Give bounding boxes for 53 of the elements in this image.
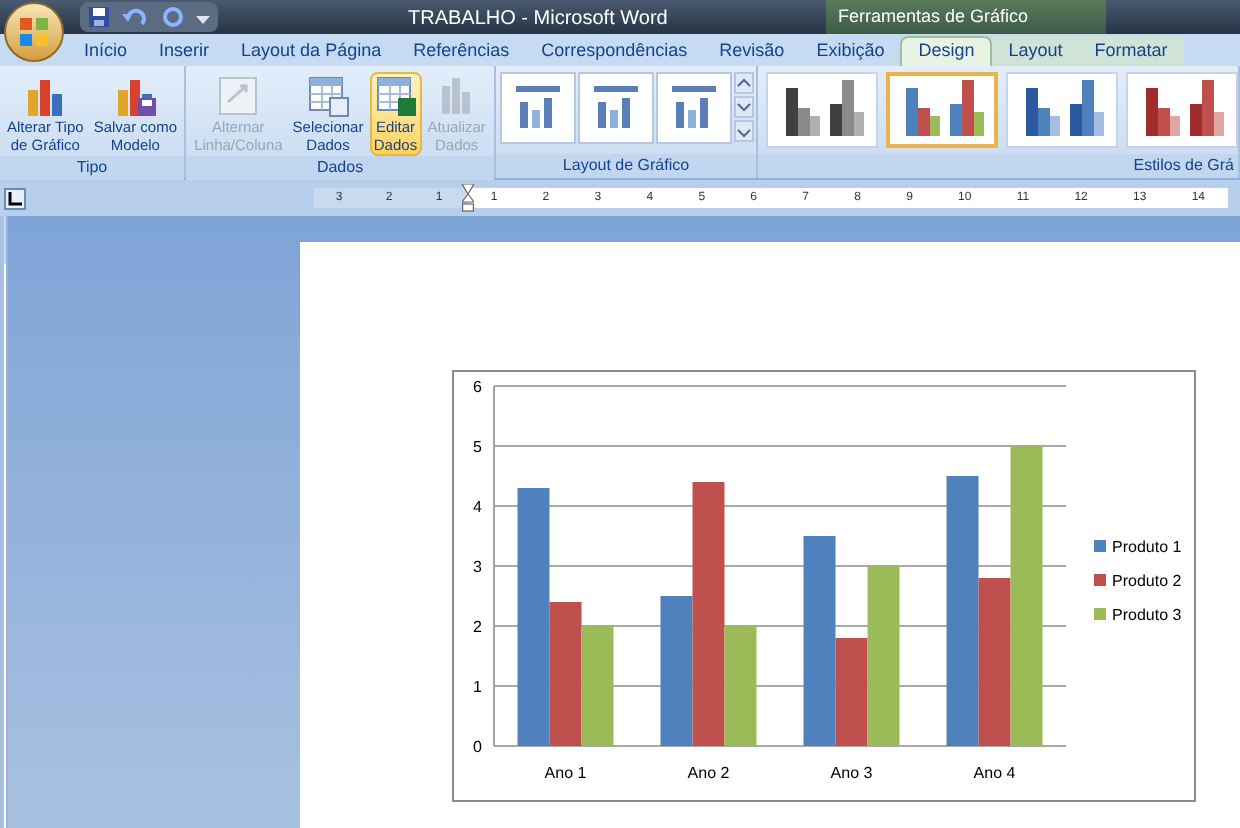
axis-category-label: Ano 2 <box>687 764 730 782</box>
indent-marker[interactable] <box>462 184 474 212</box>
window-title: TRABALHO - Microsoft Word <box>408 6 668 34</box>
bar-chart-disk-icon <box>113 74 158 118</box>
ribbon-tab[interactable]: Exibição <box>800 36 901 66</box>
layout-option[interactable] <box>577 72 653 144</box>
legend-label: Produto 3 <box>1112 606 1182 624</box>
ribbon-tab[interactable]: Formatar <box>1078 36 1184 66</box>
ribbon-tab[interactable]: Design <box>900 36 993 66</box>
ribbon-tab[interactable]: Correspondências <box>525 36 704 66</box>
customize-caret-icon[interactable] <box>196 11 210 23</box>
axis-tick-label: 3 <box>473 558 482 576</box>
ribbon-tab[interactable]: Referências <box>397 36 526 66</box>
layout-option[interactable] <box>499 72 575 144</box>
chart-style-option[interactable] <box>886 72 998 148</box>
legend-label: Produto 1 <box>1112 538 1182 556</box>
ribbon-tab[interactable]: Layout <box>992 36 1079 66</box>
left-tab-icon <box>8 191 22 205</box>
gallery-scroll-button[interactable] <box>733 96 753 118</box>
ribbon-tab[interactable]: Revisão <box>703 36 801 66</box>
gallery-scroll-button[interactable] <box>733 72 753 94</box>
axis-tick-label: 2 <box>473 618 482 636</box>
group-label: Layout de Gráfico <box>562 154 690 178</box>
gallery-scroll-button[interactable] <box>733 120 753 142</box>
axis-category-label: Ano 1 <box>544 764 587 782</box>
table-select-icon <box>306 74 350 118</box>
group-label: Tipo <box>76 156 108 180</box>
axis-category-label: Ano 4 <box>973 764 1016 782</box>
table-spreadsheet-icon <box>373 74 418 118</box>
bar-chart-icon <box>23 74 68 118</box>
axis-tick-label: 6 <box>473 378 482 396</box>
axis-tick-label: 4 <box>473 498 482 516</box>
group-label: Dados <box>316 156 364 180</box>
axis-tick-label: 1 <box>473 678 482 696</box>
chart-style-option[interactable] <box>1006 72 1118 148</box>
legend-label: Produto 2 <box>1112 572 1182 590</box>
context-title: Ferramentas de Gráfico <box>838 3 1029 30</box>
undo-icon[interactable] <box>122 6 150 28</box>
chart-style-option[interactable] <box>766 72 878 148</box>
table-arrows-icon <box>216 74 261 118</box>
chart-style-option[interactable] <box>1126 72 1238 148</box>
redo-icon[interactable] <box>162 6 184 28</box>
office-logo-icon <box>18 16 50 48</box>
tab-selector[interactable] <box>4 187 26 209</box>
save-icon[interactable] <box>88 6 110 28</box>
group-label: Estilos de Grá <box>1133 154 1234 178</box>
ribbon-tab[interactable]: Início <box>68 36 144 66</box>
ribbon-tab[interactable]: Layout da Página <box>225 36 398 66</box>
axis-tick-label: 5 <box>473 438 482 456</box>
axis-category-label: Ano 3 <box>830 764 873 782</box>
ribbon-tab[interactable]: Inserir <box>143 36 226 66</box>
layout-option[interactable] <box>655 72 731 144</box>
axis-tick-label: 0 <box>473 738 482 756</box>
